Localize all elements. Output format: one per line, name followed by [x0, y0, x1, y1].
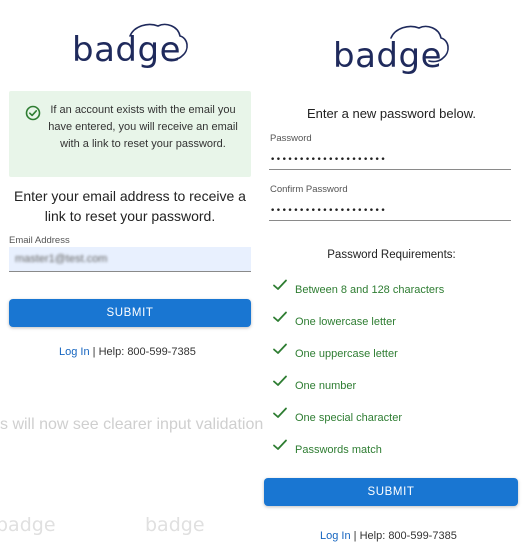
- requirements-title: Password Requirements:: [327, 249, 456, 261]
- ghost-logo-left: badge: [0, 514, 56, 536]
- check-icon: [273, 311, 287, 322]
- check-icon: [273, 375, 287, 386]
- check-icon: [273, 343, 287, 354]
- check-icon: [273, 439, 287, 450]
- email-field[interactable]: master1@test.com: [9, 247, 251, 272]
- success-banner: If an account exists with the email you …: [9, 91, 251, 177]
- help-phone: Help: 800-599-7385: [98, 346, 196, 358]
- requirement-label: One lowercase letter: [295, 316, 396, 328]
- logo-wordmark: badge: [333, 36, 442, 76]
- check-icon: [273, 279, 287, 290]
- password-value: ••••••••••••••••••••: [270, 155, 387, 165]
- logo-wordmark: badge: [72, 30, 181, 70]
- help-phone: Help: 800-599-7385: [359, 530, 457, 542]
- requirement-label: Passwords match: [295, 444, 382, 456]
- confirm-password-field[interactable]: ••••••••••••••••••••: [269, 201, 511, 221]
- submit-button[interactable]: SUBMIT: [9, 299, 251, 327]
- help-footer: Log In | Help: 800-599-7385: [320, 530, 457, 542]
- new-password-subtitle: Enter a new password below.: [306, 106, 477, 121]
- requirement-label: One special character: [295, 412, 402, 424]
- badge-logo: badge: [72, 20, 192, 72]
- banner-message: If an account exists with the email you …: [48, 104, 238, 150]
- password-field[interactable]: ••••••••••••••••••••: [269, 150, 511, 170]
- check-icon: [273, 407, 287, 418]
- help-footer: Log In | Help: 800-599-7385: [59, 346, 196, 358]
- requirement-label: One number: [295, 380, 357, 392]
- email-label: Email Address: [9, 235, 70, 246]
- confirm-password-value: ••••••••••••••••••••: [270, 206, 387, 216]
- submit-button[interactable]: SUBMIT: [264, 478, 518, 506]
- login-link[interactable]: Log In: [320, 530, 351, 542]
- reset-instructions: Enter your email address to receive a li…: [14, 188, 246, 224]
- background-caption: s will now see clearer input validation: [0, 416, 264, 433]
- requirement-label: One uppercase letter: [295, 348, 398, 360]
- password-label: Password: [270, 133, 312, 144]
- requirement-label: Between 8 and 128 characters: [295, 284, 445, 296]
- email-value: master1@test.com: [15, 253, 108, 265]
- footer-separator: |: [353, 530, 357, 542]
- badge-logo: badge: [333, 22, 453, 76]
- confirm-password-label: Confirm Password: [270, 184, 348, 195]
- login-link[interactable]: Log In: [59, 346, 90, 358]
- ghost-logo-right: badge: [145, 514, 205, 536]
- footer-separator: |: [92, 346, 96, 358]
